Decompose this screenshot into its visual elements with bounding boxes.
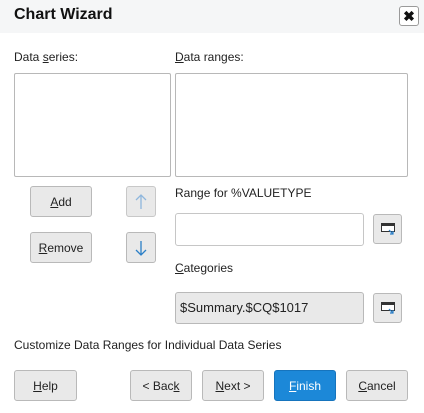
move-up-button[interactable]: [126, 186, 156, 217]
data-ranges-label: Data ranges:: [175, 50, 244, 64]
close-icon: ✖: [403, 8, 415, 24]
select-range-icon: [380, 302, 395, 314]
data-ranges-list[interactable]: [175, 73, 408, 177]
finish-button[interactable]: Finish: [274, 370, 336, 401]
remove-button[interactable]: Remove: [30, 232, 92, 263]
categories-input[interactable]: $Summary.$CQ$1017: [175, 292, 364, 324]
next-button[interactable]: Next >: [202, 370, 264, 401]
window-title: Chart Wizard: [14, 6, 113, 23]
title-bar: Chart Wizard ✖: [0, 0, 424, 33]
arrow-up-icon: [135, 193, 147, 209]
arrow-down-icon: [135, 240, 147, 256]
data-series-list[interactable]: [14, 73, 171, 177]
move-down-button[interactable]: [126, 232, 156, 263]
help-button[interactable]: Help: [14, 370, 77, 401]
add-button[interactable]: Add: [30, 186, 92, 217]
close-button[interactable]: ✖: [399, 6, 419, 26]
customize-label: Customize Data Ranges for Individual Dat…: [14, 338, 282, 352]
range-for-label: Range for %VALUETYPE: [175, 186, 312, 200]
range-select-button[interactable]: [373, 214, 402, 244]
back-button[interactable]: < Bac k: [130, 370, 192, 401]
cancel-button[interactable]: Cancel: [346, 370, 408, 401]
categories-label: Categories: [175, 261, 234, 275]
range-input[interactable]: [175, 213, 364, 246]
categories-select-button[interactable]: [373, 293, 402, 323]
data-series-label: Data series:: [14, 50, 79, 64]
select-range-icon: [380, 223, 395, 235]
